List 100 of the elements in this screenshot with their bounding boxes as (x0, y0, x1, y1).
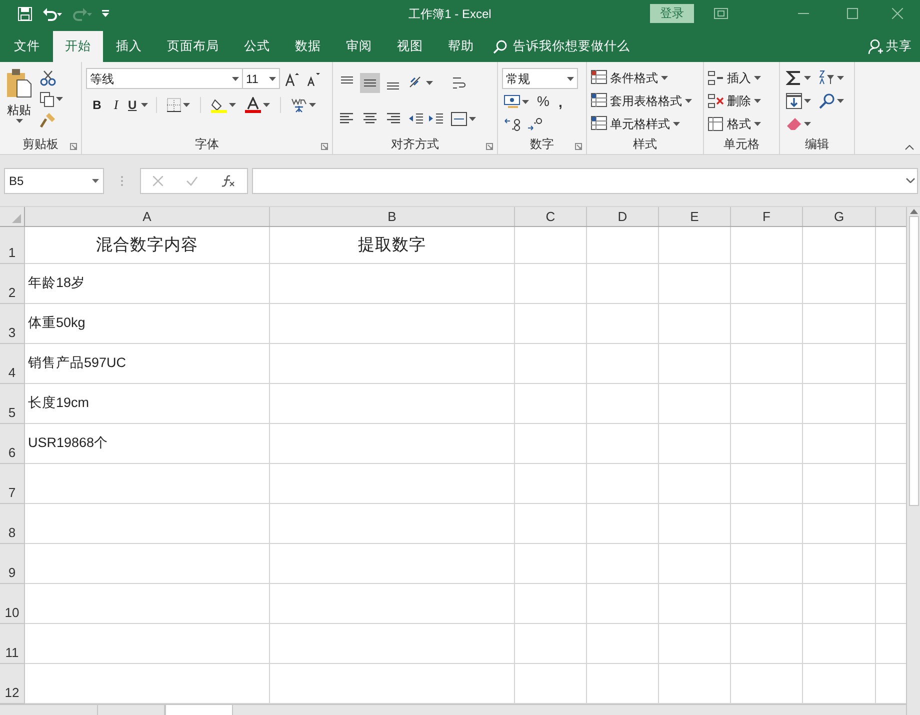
sheet-cell[interactable] (803, 344, 876, 384)
column-header[interactable]: G (803, 207, 876, 226)
row-header[interactable]: 11 (0, 624, 25, 664)
cells-button[interactable]: 删除 (708, 91, 761, 110)
undo-icon[interactable] (42, 6, 62, 20)
enter-icon[interactable] (186, 176, 198, 186)
row-header[interactable]: 9 (0, 544, 25, 584)
sheet-cell[interactable] (270, 304, 515, 344)
ribbon-tab[interactable]: 审阅 (334, 31, 384, 62)
column-header[interactable]: E (659, 207, 731, 226)
autosum-icon[interactable] (786, 70, 802, 86)
minimize-icon[interactable] (798, 12, 809, 14)
sheet-cell[interactable] (515, 544, 587, 584)
sheet-cell[interactable]: 提取数字 (270, 227, 515, 264)
customize-icon[interactable] (102, 10, 109, 18)
sheet-cell[interactable] (803, 544, 876, 584)
sheet-cell[interactable] (515, 304, 587, 344)
row-header[interactable]: 7 (0, 464, 25, 504)
phonetic-guide-icon[interactable] (290, 97, 307, 113)
sheet-cell[interactable] (731, 344, 803, 384)
sheet-cell[interactable] (803, 424, 876, 464)
sheet-cell[interactable] (659, 584, 731, 624)
save-icon[interactable] (18, 6, 32, 20)
sheet-cell[interactable] (731, 264, 803, 304)
dialog-launcher-icon[interactable] (486, 143, 493, 150)
ribbon-tab[interactable]: 文件 (2, 31, 52, 62)
name-box[interactable]: B5 (4, 168, 104, 194)
sheet-cell[interactable] (587, 424, 659, 464)
italic-button[interactable]: I (109, 95, 123, 115)
sheet-cell[interactable] (270, 584, 515, 624)
sheet-cell[interactable] (731, 584, 803, 624)
ribbon-tab[interactable]: 页面布局 (155, 31, 231, 62)
row-header[interactable]: 10 (0, 584, 25, 624)
sheet-cell[interactable] (515, 227, 587, 264)
decrease-decimal-icon[interactable] (527, 117, 543, 131)
row-header[interactable]: 3 (0, 304, 25, 344)
caret-icon[interactable] (426, 81, 433, 85)
sheet-cell[interactable] (515, 464, 587, 504)
sheet-cell[interactable] (515, 424, 587, 464)
sheet-cell[interactable] (803, 624, 876, 664)
sheet-cell[interactable] (587, 464, 659, 504)
sheet-cell[interactable] (270, 544, 515, 584)
close-icon[interactable] (892, 8, 903, 19)
sheet-cell[interactable] (270, 384, 515, 424)
sheet-cell[interactable] (659, 227, 731, 264)
caret-icon[interactable] (804, 122, 811, 126)
scrollbar-thumb[interactable] (908, 216, 918, 506)
sheet-cell[interactable] (515, 344, 587, 384)
caret-icon[interactable] (262, 103, 270, 107)
eraser-icon[interactable] (786, 117, 802, 131)
sheet-cell[interactable] (270, 424, 515, 464)
sheet-cell[interactable] (270, 504, 515, 544)
cut-icon[interactable] (40, 70, 56, 86)
styles-button[interactable]: 条件格式 (591, 68, 692, 87)
sheet-cell[interactable]: 销售产品597UC (25, 344, 270, 384)
sheet-cell[interactable] (515, 384, 587, 424)
styles-button[interactable]: 单元格样式 (591, 114, 692, 133)
collapse-ribbon-icon[interactable] (905, 145, 914, 150)
sign-in-button[interactable]: 登录 (650, 4, 694, 23)
ribbon-tab[interactable]: 公式 (232, 31, 282, 62)
sheet-cell[interactable] (731, 384, 803, 424)
caret-icon[interactable] (182, 103, 190, 107)
styles-button[interactable]: 套用表格格式 (591, 91, 692, 110)
caret-icon[interactable] (804, 99, 811, 103)
sheet-cell[interactable] (659, 464, 731, 504)
fill-down-icon[interactable] (786, 93, 802, 109)
sheet-cell[interactable] (587, 544, 659, 584)
sheet-cell[interactable] (659, 504, 731, 544)
sheet-cell[interactable] (587, 384, 659, 424)
sheet-cell[interactable] (515, 624, 587, 664)
underline-button[interactable]: U (128, 96, 148, 114)
bold-button[interactable]: B (90, 96, 104, 114)
sheet-cell[interactable] (270, 624, 515, 664)
caret-icon[interactable] (804, 76, 811, 80)
sheet-cell[interactable] (803, 227, 876, 264)
sheet-cell[interactable]: 年龄18岁 (25, 264, 270, 304)
sheet-cell[interactable] (731, 544, 803, 584)
sheet-cell[interactable] (515, 584, 587, 624)
select-all-icon[interactable] (12, 214, 21, 223)
row-header[interactable]: 6 (0, 424, 25, 464)
caret-icon[interactable] (228, 103, 236, 107)
sheet-cell[interactable]: USR19868个 (25, 424, 270, 464)
sheet-tab[interactable] (97, 705, 165, 715)
sheet-cell[interactable] (25, 624, 270, 664)
caret-icon[interactable] (837, 76, 844, 80)
sheet-cell[interactable] (25, 544, 270, 584)
sheet-cell[interactable] (270, 344, 515, 384)
sheet-cell[interactable] (25, 464, 270, 504)
sheet-cell[interactable] (515, 504, 587, 544)
sheet-cell[interactable] (803, 464, 876, 504)
sheet-cell[interactable] (731, 227, 803, 264)
increase-decimal-icon[interactable] (504, 117, 520, 131)
row-header[interactable]: 2 (0, 264, 25, 304)
sheet-cell[interactable] (803, 504, 876, 544)
sheet-cell[interactable] (270, 264, 515, 304)
caret-icon[interactable] (56, 97, 63, 101)
dialog-launcher-icon[interactable] (321, 143, 328, 150)
row-header[interactable]: 1 (0, 227, 25, 264)
sheet-cell[interactable] (270, 464, 515, 504)
expand-icon[interactable] (906, 178, 915, 183)
